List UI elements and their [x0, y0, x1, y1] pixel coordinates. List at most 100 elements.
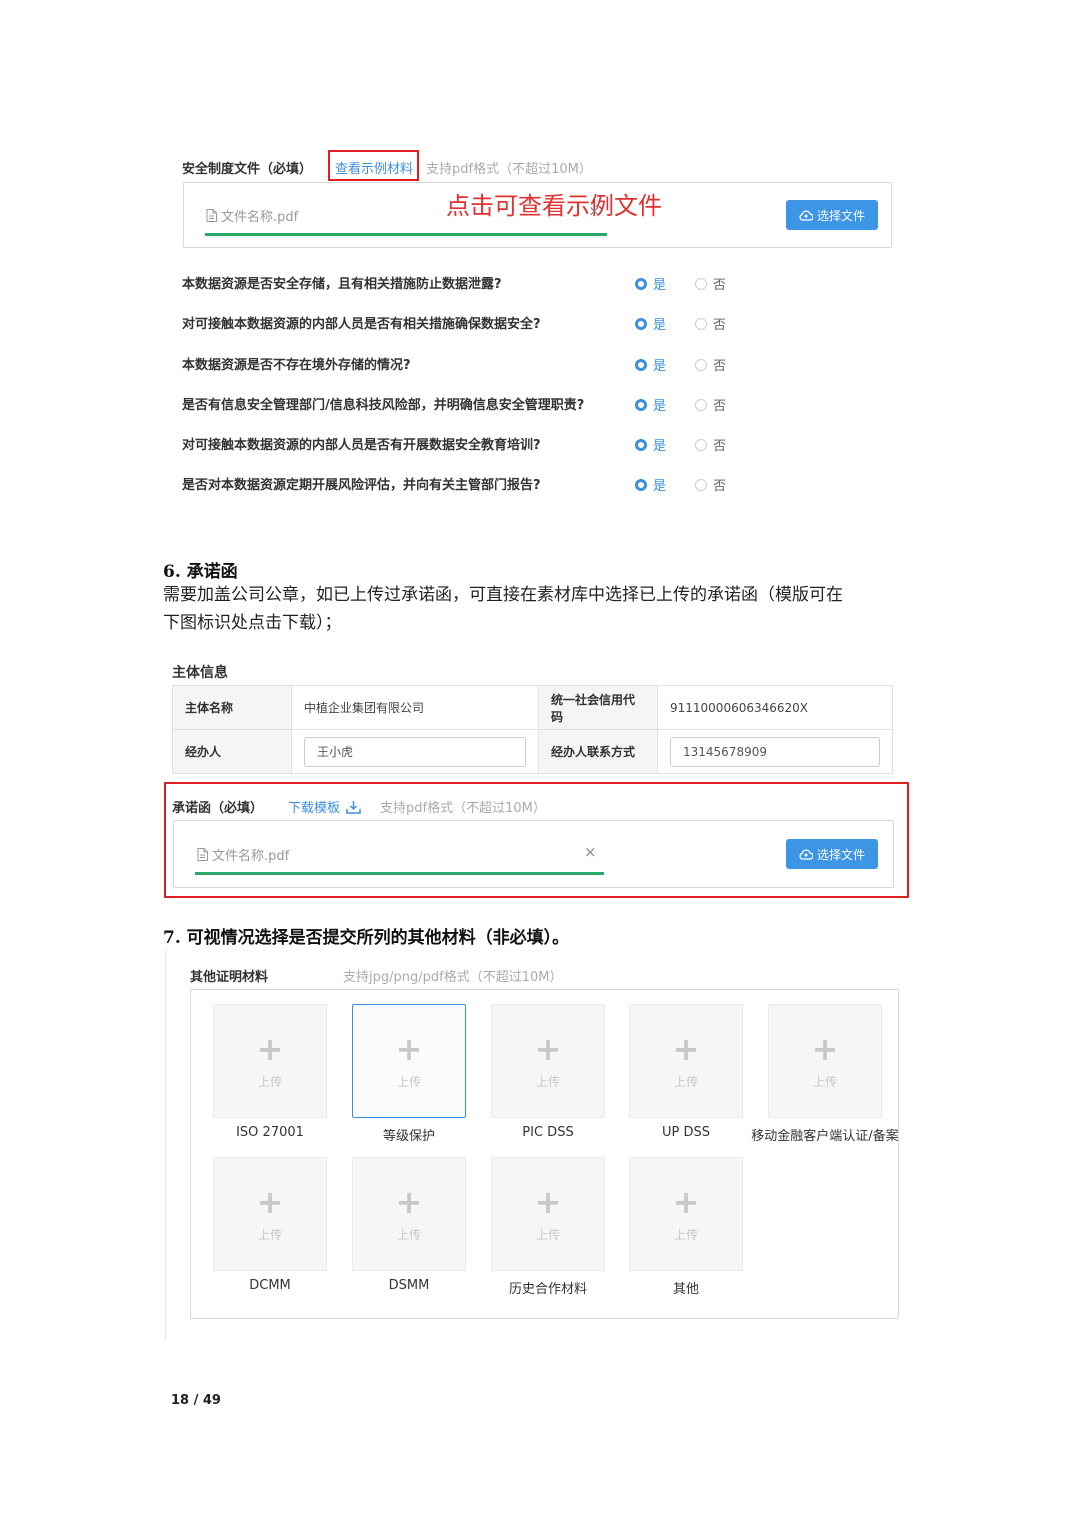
upload-tile[interactable]: + 上传: [629, 1157, 743, 1271]
plus-icon: +: [534, 1183, 562, 1221]
commitment-file: 文件名称.pdf: [197, 845, 289, 864]
radio-unselected-icon: [695, 317, 707, 330]
question-text: 是否对本数据资源定期开展风险评估，并向有关主管部门报告?: [182, 478, 541, 493]
radio-unselected-icon: [695, 478, 707, 491]
download-template-link[interactable]: 下载模板: [288, 797, 361, 816]
radio-yes[interactable]: 是: [635, 314, 666, 333]
security-doc-file: 文件名称.pdf: [206, 206, 298, 225]
commitment-progress: [195, 872, 604, 875]
credit-code-value: 91110000606346620X: [657, 685, 893, 730]
plus-icon: +: [395, 1183, 423, 1221]
section-7-heading: 7. 可视情况选择是否提交所列的其他材料（非必填）。: [163, 928, 570, 948]
tile-caption: ISO 27001: [236, 1125, 304, 1140]
upload-tile[interactable]: + 上传: [768, 1004, 882, 1118]
upload-tile[interactable]: + 上传: [352, 1004, 466, 1118]
choose-file-label: 选择文件: [816, 208, 865, 223]
choose-file-button[interactable]: 选择文件: [786, 200, 878, 230]
upload-tile[interactable]: + 上传: [352, 1157, 466, 1271]
close-icon[interactable]: ×: [588, 202, 601, 220]
commitment-file-name: 文件名称.pdf: [212, 849, 290, 864]
upload-tile[interactable]: + 上传: [491, 1004, 605, 1118]
tile-caption: DSMM: [388, 1278, 430, 1293]
cloud-upload-icon: [799, 848, 813, 860]
radio-unselected-icon: [695, 358, 707, 371]
radio-selected-icon: [635, 358, 647, 371]
other-materials-label: 其他证明材料: [190, 970, 269, 985]
plus-icon: +: [256, 1030, 284, 1068]
radio-selected-icon: [635, 438, 647, 451]
subject-name-label: 主体名称: [172, 685, 292, 730]
radio-selected-icon: [635, 478, 647, 491]
security-doc-label: 安全制度文件（必填）: [182, 162, 313, 177]
commitment-label: 承诺函（必填）: [172, 801, 264, 816]
tile-caption: 移动金融客户端认证/备案: [751, 1129, 899, 1144]
security-doc-progress: [205, 233, 607, 236]
question-text: 本数据资源是否不存在境外存储的情况?: [182, 358, 411, 373]
upload-tile[interactable]: + 上传: [491, 1157, 605, 1271]
plus-icon: +: [672, 1183, 700, 1221]
subject-info-title: 主体信息: [172, 665, 228, 681]
agent-contact-input[interactable]: 13145678909: [670, 736, 880, 767]
plus-icon: +: [256, 1183, 284, 1221]
plus-icon: +: [672, 1030, 700, 1068]
radio-yes[interactable]: 是: [635, 274, 666, 293]
radio-unselected-icon: [695, 438, 707, 451]
credit-code-label: 统一社会信用代码: [538, 685, 658, 730]
tile-caption: 其他: [672, 1282, 699, 1297]
question-text: 对可接触本数据资源的内部人员是否有开展数据安全教育培训?: [182, 438, 541, 453]
agent-contact-label: 经办人联系方式: [538, 729, 658, 774]
radio-yes[interactable]: 是: [635, 355, 666, 374]
agent-label: 经办人: [172, 729, 292, 774]
security-doc-file-name: 文件名称.pdf: [221, 210, 299, 225]
upload-tile[interactable]: + 上传: [213, 1157, 327, 1271]
subject-info-table: 主体名称 中植企业集团有限公司 统一社会信用代码 911100006063466…: [172, 685, 893, 774]
page-number: 18 / 49: [171, 1393, 221, 1408]
plus-icon: +: [395, 1030, 423, 1068]
radio-no[interactable]: 否: [695, 395, 726, 414]
agent-input[interactable]: 王小虎: [304, 736, 526, 767]
commitment-format-hint: 支持pdf格式（不超过10M）: [380, 801, 546, 816]
radio-selected-icon: [635, 398, 647, 411]
security-doc-format-hint: 支持pdf格式（不超过10M）: [426, 162, 592, 177]
file-icon: [206, 209, 217, 222]
tile-caption: DCMM: [249, 1278, 291, 1293]
agent-contact-cell: 13145678909: [657, 729, 893, 774]
tile-caption: 等级保护: [382, 1129, 435, 1144]
plus-icon: +: [811, 1030, 839, 1068]
radio-yes[interactable]: 是: [635, 395, 666, 414]
left-divider: [165, 950, 166, 1340]
agent-cell: 王小虎: [291, 729, 539, 774]
section-6-paragraph-line-2: 下图标识处点击下载）；: [163, 613, 342, 633]
radio-no[interactable]: 否: [695, 475, 726, 494]
other-materials-format-hint: 支持jpg/png/pdf格式（不超过10M）: [343, 970, 563, 985]
radio-unselected-icon: [695, 398, 707, 411]
radio-yes[interactable]: 是: [635, 475, 666, 494]
radio-no[interactable]: 否: [695, 274, 726, 293]
upload-tile[interactable]: + 上传: [629, 1004, 743, 1118]
radio-yes[interactable]: 是: [635, 435, 666, 454]
question-text: 是否有信息安全管理部门/信息科技风险部，并明确信息安全管理职责?: [182, 398, 585, 413]
radio-selected-icon: [635, 317, 647, 330]
annotation-text: 点击可查看示例文件: [446, 192, 662, 220]
radio-no[interactable]: 否: [695, 435, 726, 454]
question-text: 对可接触本数据资源的内部人员是否有相关措施确保数据安全?: [182, 317, 541, 332]
radio-unselected-icon: [695, 277, 707, 290]
choose-file-button[interactable]: 选择文件: [786, 839, 878, 869]
plus-icon: +: [534, 1030, 562, 1068]
file-icon: [197, 848, 208, 861]
tile-caption: UP DSS: [661, 1125, 710, 1140]
question-text: 本数据资源是否安全存储，且有相关措施防止数据泄露?: [182, 277, 502, 292]
tile-caption: 历史合作材料: [508, 1282, 587, 1297]
subject-name-value: 中植企业集团有限公司: [291, 685, 539, 730]
download-icon: [346, 800, 361, 814]
radio-no[interactable]: 否: [695, 314, 726, 333]
cloud-upload-icon: [799, 209, 813, 221]
upload-tile[interactable]: + 上传: [213, 1004, 327, 1118]
close-icon[interactable]: ×: [584, 843, 597, 861]
section-6-paragraph-line-1: 需要加盖公司公章，如已上传过承诺函，可直接在素材库中选择已上传的承诺函（模版可在: [163, 585, 843, 605]
radio-selected-icon: [635, 277, 647, 290]
view-sample-link[interactable]: 查看示例材料: [335, 158, 413, 177]
choose-file-label: 选择文件: [816, 847, 865, 862]
tile-caption: PIC DSS: [522, 1125, 574, 1140]
radio-no[interactable]: 否: [695, 355, 726, 374]
